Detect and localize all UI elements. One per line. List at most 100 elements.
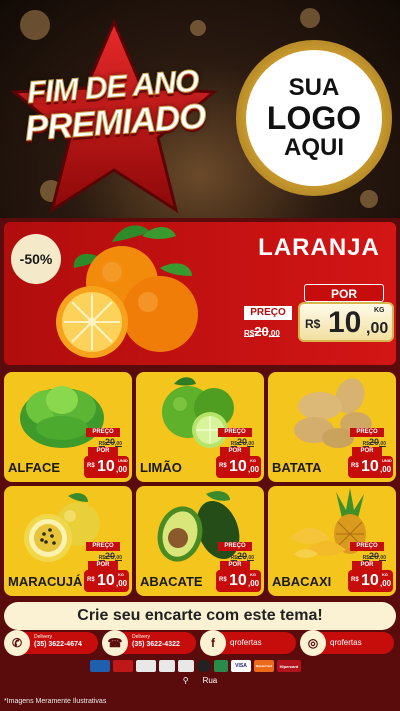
- payment-card-icon: [214, 660, 228, 672]
- old-price: R$20,00: [244, 324, 296, 339]
- price-currency: R$: [305, 317, 321, 331]
- product-card-abacaxi: PREÇO R$20,00 POR R$ 10 KG ,00 ABACAXI: [268, 486, 396, 596]
- product-name: MARACUJÁ: [8, 574, 83, 589]
- price-integer: 10: [97, 458, 115, 475]
- payment-card-icon: [113, 660, 133, 672]
- old-price-int: 20: [254, 324, 269, 339]
- price-unit: KG: [374, 307, 385, 314]
- price-unit: KG: [118, 572, 124, 577]
- whatsapp-contact[interactable]: ✆ Delivery (35) 3622-4674: [4, 630, 98, 656]
- old-price-int: 20: [237, 551, 248, 561]
- whatsapp-label: Delivery: [34, 634, 53, 640]
- price-currency: R$: [219, 463, 227, 469]
- facebook-contact[interactable]: f qrofertas: [200, 630, 296, 656]
- product-name: ABACATE: [140, 574, 203, 589]
- old-price-label: PREÇO: [350, 542, 384, 551]
- price-currency: R$: [351, 463, 359, 469]
- price-unit: UNID: [382, 458, 392, 463]
- price-integer: 10: [361, 458, 379, 475]
- featured-product-name: LARANJA: [258, 234, 380, 261]
- logo-placeholder: SUA LOGO AQUI: [246, 50, 382, 186]
- cta-banner[interactable]: Crie seu encarte com este tema!: [4, 602, 396, 630]
- old-price-label: PREÇO: [218, 428, 252, 437]
- pineapple-image: [290, 488, 366, 558]
- logo-line-3: AQUI: [284, 134, 344, 161]
- instagram-handle: qrofertas: [330, 638, 362, 647]
- old-price-label: PREÇO: [244, 306, 292, 320]
- old-price: R$20,00: [363, 437, 386, 447]
- price-tag: R$ 10 UNID ,00: [84, 456, 129, 478]
- old-price-label: PREÇO: [86, 428, 120, 437]
- price-decimal: ,00: [248, 465, 260, 474]
- old-price: R$20,00: [231, 437, 254, 447]
- old-price: R$20,00: [363, 551, 386, 561]
- product-name: BATATA: [272, 460, 322, 475]
- old-price-label: PREÇO: [218, 542, 252, 551]
- product-card-alface: PREÇO R$20,00 POR R$ 10 UNID ,00 ALFACE: [4, 372, 132, 482]
- payment-card-icon: [197, 660, 211, 672]
- phone-icon: ☎: [102, 630, 128, 656]
- payment-card-icon: [178, 660, 194, 672]
- product-name: ABACAXI: [272, 574, 332, 589]
- price-tag: R$ 10 KG ,00: [216, 456, 261, 478]
- price-currency: R$: [87, 577, 95, 583]
- price-tag: R$ 10 UNID ,00: [348, 456, 393, 478]
- old-price-int: 20: [105, 551, 116, 561]
- disclaimer: *Imagens Meramente Ilustrativas: [4, 698, 107, 705]
- price-decimal: ,00: [116, 579, 128, 588]
- address-line: ⚲ Rua: [0, 676, 400, 690]
- whatsapp-icon: ✆: [4, 630, 30, 656]
- price-unit: KG: [250, 572, 256, 577]
- payment-card-icon: [136, 660, 156, 672]
- old-price: R$20,00: [99, 551, 122, 561]
- old-price-dec: ,00: [268, 329, 280, 338]
- passion-fruit-image: [24, 493, 100, 562]
- featured-product: -50% LARANJA PREÇO R$20,00 POR R$ 10 KG …: [4, 222, 396, 365]
- old-price: R$20,00: [231, 551, 254, 561]
- old-price-label: PREÇO: [350, 428, 384, 437]
- price-tag: R$ 10 KG ,00: [348, 570, 393, 592]
- old-price-int: 20: [105, 437, 116, 447]
- product-card-abacate: PREÇO R$20,00 POR R$ 10 KG ,00 ABACATE: [136, 486, 264, 596]
- price-integer: 10: [97, 572, 115, 589]
- old-price-int: 20: [369, 437, 380, 447]
- phone-label: Delivery: [132, 634, 151, 640]
- price-unit: UNID: [118, 458, 128, 463]
- orange-image: [56, 225, 198, 358]
- old-price-currency: R$: [244, 329, 255, 338]
- phone-contact[interactable]: ☎ Delivery (35) 3622-4322: [102, 630, 196, 656]
- price-decimal: ,00: [116, 465, 128, 474]
- new-price-label: POR: [352, 561, 382, 570]
- new-price-label: POR: [88, 447, 118, 456]
- facebook-handle: qrofertas: [230, 638, 262, 647]
- lime-image: [162, 377, 234, 448]
- product-card-limao: PREÇO R$20,00 POR R$ 10 KG ,00 LIMÃO: [136, 372, 264, 482]
- product-card-batata: PREÇO R$20,00 POR R$ 10 UNID ,00 BATATA: [268, 372, 396, 482]
- bokeh-light: [360, 190, 378, 208]
- product-name: LIMÃO: [140, 460, 182, 475]
- location-pin-icon: ⚲: [182, 676, 189, 685]
- facebook-icon: f: [200, 630, 226, 656]
- product-card-maracuja: PREÇO R$20,00 POR R$ 10 KG ,00 MARACUJÁ: [4, 486, 132, 596]
- price-integer: 10: [328, 306, 362, 339]
- avocado-image: [157, 491, 240, 562]
- price-unit: KG: [250, 458, 256, 463]
- instagram-icon: ◎: [300, 630, 326, 656]
- address-text: Rua: [202, 676, 218, 685]
- new-price-label: POR: [220, 447, 250, 456]
- new-price-label: POR: [304, 284, 384, 302]
- price-decimal: ,00: [248, 579, 260, 588]
- whatsapp-number: (35) 3622-4674: [34, 641, 82, 648]
- price-tag: R$ 10 KG ,00: [84, 570, 129, 592]
- mastercard-logo: MasterCard: [254, 660, 274, 672]
- instagram-contact[interactable]: ◎ qrofertas: [300, 630, 394, 656]
- price-decimal: ,00: [380, 465, 392, 474]
- phone-number: (35) 3622-4322: [132, 641, 180, 648]
- old-price-label: PREÇO: [86, 542, 120, 551]
- price-integer: 10: [229, 572, 247, 589]
- logo-line-2: LOGO: [266, 100, 362, 136]
- price-integer: 10: [361, 572, 379, 589]
- new-price-label: POR: [220, 561, 250, 570]
- logo-line-1: SUA: [288, 74, 340, 101]
- visa-logo: VISA: [231, 660, 251, 672]
